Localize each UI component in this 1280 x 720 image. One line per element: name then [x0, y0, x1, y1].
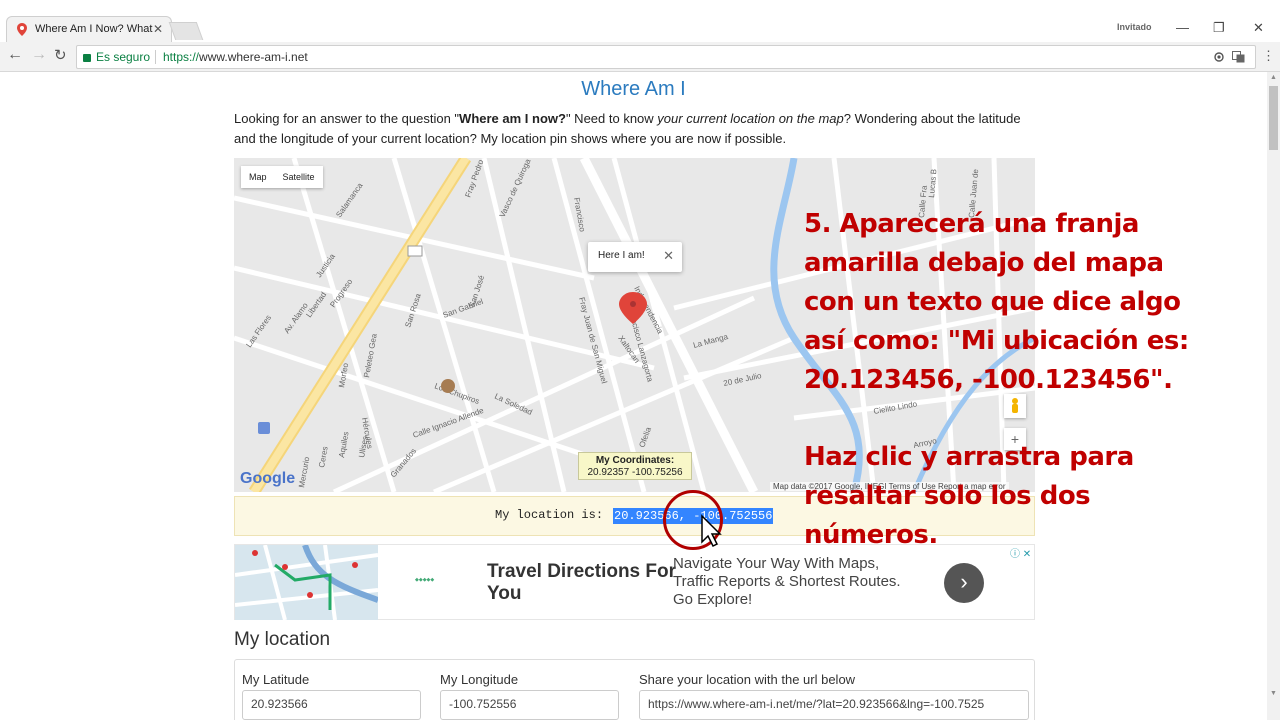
ad-text[interactable]: Navigate Your Way With Maps, Traffic Rep…: [673, 555, 923, 609]
longitude-field[interactable]: -100.752556: [440, 690, 619, 720]
svg-text:San Gabriel: San Gabriel: [442, 297, 485, 320]
svg-text:Ofelia: Ofelia: [637, 425, 653, 448]
page-scrollbar[interactable]: ▲ ▼: [1267, 72, 1280, 720]
school-icon: [258, 422, 270, 434]
ad-title[interactable]: Travel Directions For You: [487, 561, 677, 605]
longitude-label: My Longitude: [440, 672, 519, 687]
svg-text:Libertad: Libertad: [304, 290, 328, 319]
ad-banner[interactable]: ◆◆◆◆◆ Travel Directions For You Navigate…: [234, 544, 1035, 620]
scrollbar-thumb[interactable]: [1269, 86, 1278, 150]
svg-text:La Manga: La Manga: [692, 332, 729, 350]
my-location-heading: My location: [234, 629, 331, 650]
back-arrow-icon[interactable]: ←: [7, 46, 23, 64]
intro-paragraph: Looking for an answer to the question "W…: [234, 111, 1021, 146]
caption-line: Haz clic y arrastra para: [804, 442, 1134, 472]
secure-indicator[interactable]: Es seguro: [83, 46, 150, 68]
museum-icon: [441, 379, 455, 393]
tab-title: Where Am I Now? What: [35, 23, 153, 35]
browser-toolbar: ← → ↻ Es seguro https://www.where-am-i.n…: [0, 42, 1280, 72]
close-window-icon[interactable]: ✕: [1253, 20, 1264, 36]
browser-tabstrip: Where Am I Now? What ✕ Invitado — ❐ ✕: [0, 0, 1280, 42]
latitude-field[interactable]: 20.923566: [242, 690, 421, 720]
svg-text:Los Chupiros: Los Chupiros: [433, 381, 480, 406]
guest-profile-label[interactable]: Invitado: [1117, 22, 1152, 32]
svg-text:20 de Julio: 20 de Julio: [723, 371, 763, 388]
svg-text:Salamanca: Salamanca: [334, 181, 365, 219]
share-url-label: Share your location with the url below: [639, 672, 856, 687]
location-label: My location is:: [495, 508, 604, 522]
forward-arrow-icon[interactable]: →: [31, 46, 47, 64]
caption-line: así como: "Mi ubicación es:: [804, 326, 1189, 356]
svg-text:Aquiles: Aquiles: [337, 431, 350, 458]
google-logo: Google: [240, 470, 296, 487]
map-type-satellite-button[interactable]: Satellite: [275, 166, 323, 188]
mouse-cursor-icon: [701, 514, 722, 548]
caption-line: con un texto que dice algo: [804, 287, 1181, 317]
caption-line: resaltar solo los dos: [804, 481, 1091, 511]
ad-go-button[interactable]: ›: [944, 563, 984, 603]
reload-icon[interactable]: ↻: [54, 46, 67, 64]
location-pin-icon: [619, 292, 647, 324]
restore-icon[interactable]: ❐: [1213, 20, 1225, 36]
highway-shield-icon: [407, 245, 423, 257]
svg-text:Vasco de Quiroga: Vasco de Quiroga: [498, 158, 533, 219]
latitude-label: My Latitude: [242, 672, 310, 687]
close-tab-icon[interactable]: ✕: [153, 17, 163, 41]
caption-line: 20.123456, -100.123456".: [804, 365, 1173, 395]
minimize-icon[interactable]: —: [1176, 20, 1189, 35]
address-bar[interactable]: Es seguro https://www.where-am-i.net: [76, 45, 1256, 69]
page-title: Where Am I: [581, 78, 686, 100]
caption-line: números.: [804, 520, 938, 550]
location-target-icon[interactable]: [1213, 51, 1225, 63]
lock-icon: [83, 54, 91, 62]
close-info-window-icon[interactable]: ✕: [663, 242, 674, 270]
url-text[interactable]: https://www.where-am-i.net: [163, 46, 308, 68]
location-form: My Latitude 20.923566 My Longitude -100.…: [234, 659, 1035, 720]
scroll-up-icon[interactable]: ▲: [1270, 74, 1277, 81]
browser-tab[interactable]: Where Am I Now? What ✕: [6, 16, 172, 42]
tutorial-step-text: 5. Aparecerá una franja amarilla debajo …: [804, 205, 1204, 400]
svg-text:Mercurio: Mercurio: [297, 456, 311, 489]
coordinates-label: My Coordinates: 20.92357 -100.75256: [578, 452, 692, 480]
menu-dots-icon[interactable]: ⋮: [1262, 48, 1275, 64]
ad-map-image[interactable]: [235, 545, 378, 620]
map-type-map-button[interactable]: Map: [241, 166, 275, 188]
new-tab-button[interactable]: [168, 22, 204, 40]
map-type-control[interactable]: Map Satellite: [241, 166, 323, 188]
svg-text:Peleteo Gea: Peleteo Gea: [362, 332, 379, 378]
info-window: Here I am! ✕: [588, 242, 682, 272]
url-divider: [155, 50, 156, 64]
tutorial-caption: 5. Aparecerá una franja amarilla debajo …: [804, 205, 1204, 555]
map-pin-favicon-icon: [17, 23, 27, 36]
svg-text:Av. Alamo: Av. Alamo: [282, 301, 310, 336]
caption-line: 5. Aparecerá una franja: [804, 209, 1139, 239]
ad-logo: ◆◆◆◆◆: [415, 577, 435, 583]
svg-text:Ceres: Ceres: [317, 446, 330, 469]
tutorial-instruction-text: Haz clic y arrastra para resaltar solo l…: [804, 438, 1204, 555]
caption-line: amarilla debajo del mapa: [804, 248, 1164, 278]
share-url-field[interactable]: https://www.where-am-i.net/me/?lat=20.92…: [639, 690, 1029, 720]
translate-icon[interactable]: [1232, 51, 1245, 63]
scroll-down-icon[interactable]: ▼: [1270, 690, 1277, 697]
